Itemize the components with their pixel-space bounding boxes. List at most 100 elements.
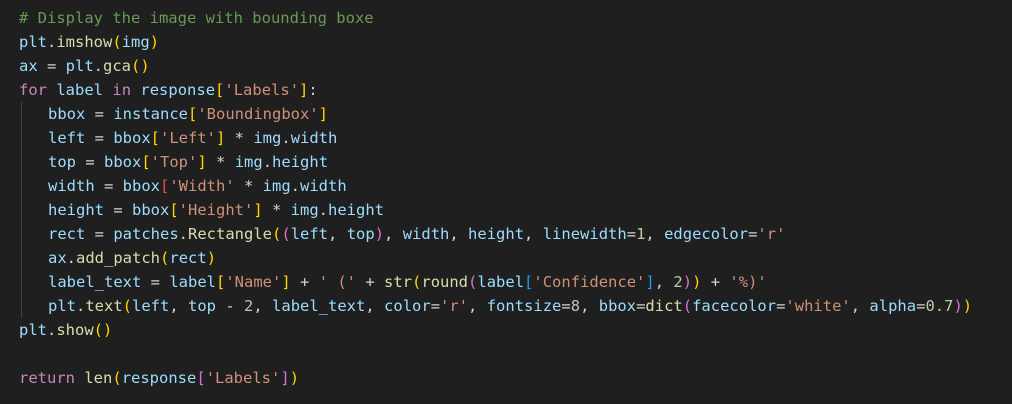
code-token: 'r' xyxy=(757,225,786,243)
code-token: patches xyxy=(113,225,179,243)
code-token: height xyxy=(272,153,329,171)
code-line[interactable]: ​ xyxy=(0,342,1012,366)
code-token: dict xyxy=(645,297,683,315)
code-token: '%)' xyxy=(729,273,767,291)
code-token: height xyxy=(48,201,104,219)
code-token: , xyxy=(449,225,469,243)
code-line[interactable]: width = bbox['Width' * img.width xyxy=(0,174,1012,198)
indent-guide xyxy=(21,270,22,294)
code-token: 'Labels' xyxy=(205,369,281,387)
code-token: edgecolor xyxy=(664,225,749,243)
code-token: for xyxy=(19,81,47,99)
code-token: ] xyxy=(253,201,263,219)
code-line[interactable]: height = bbox['Height'] * img.height xyxy=(0,198,1012,222)
code-token: [ xyxy=(196,369,206,387)
code-token: height xyxy=(328,201,385,219)
code-line[interactable]: ax.add_patch(rect) xyxy=(0,246,1012,270)
code-token: 'r' xyxy=(440,297,469,315)
code-token: bbox xyxy=(598,297,637,315)
code-token: plt xyxy=(48,297,76,315)
code-token: top xyxy=(346,225,375,243)
code-token: 'Top' xyxy=(150,153,198,171)
code-line[interactable]: left = bbox['Left'] * img.width xyxy=(0,126,1012,150)
code-token: img xyxy=(253,129,282,147)
code-line[interactable]: for label in response['Labels']: xyxy=(0,78,1012,102)
code-token: imshow xyxy=(56,33,113,51)
code-token: img xyxy=(290,201,319,219)
code-token: rect xyxy=(48,225,86,243)
code-token: . xyxy=(66,249,77,267)
code-token: left xyxy=(132,297,170,315)
code-line[interactable]: plt.show() xyxy=(0,318,1012,342)
code-token: 'white' xyxy=(785,297,851,315)
code-token: 8 xyxy=(570,297,581,315)
code-token: show xyxy=(56,321,94,339)
indent-guide xyxy=(21,150,22,174)
code-token: bbox xyxy=(122,177,160,195)
code-token: , xyxy=(365,297,385,315)
code-token: linewidth xyxy=(542,225,627,243)
code-token: plt xyxy=(19,33,47,51)
code-token: = xyxy=(561,297,571,315)
code-editor[interactable]: # Display the image with bounding boxe pl… xyxy=(0,0,1012,404)
code-token: img xyxy=(121,33,150,51)
code-token: in xyxy=(112,81,132,99)
code-token: ' (' xyxy=(318,273,357,291)
code-token: ( xyxy=(412,273,422,291)
code-token: ] xyxy=(299,81,309,99)
code-line[interactable]: top = bbox['Top'] * img.height xyxy=(0,150,1012,174)
code-token: img xyxy=(234,153,263,171)
code-token: . xyxy=(290,177,301,195)
indent-guide xyxy=(21,294,22,318)
code-token: 1 xyxy=(636,225,646,243)
code-token: : xyxy=(308,81,318,99)
code-line[interactable]: bbox = instance['Boundingbox'] xyxy=(0,102,1012,126)
code-token: alpha xyxy=(869,297,917,315)
code-token: Rectangle xyxy=(188,225,272,243)
code-token: ( xyxy=(122,297,133,315)
code-token: ( xyxy=(281,225,291,243)
code-token: = xyxy=(430,297,441,315)
code-token: = xyxy=(85,129,114,147)
code-token: instance xyxy=(113,105,188,123)
code-token: rect xyxy=(169,249,207,267)
code-line[interactable]: return len(response['Labels']) xyxy=(0,366,1012,390)
code-line[interactable]: ax = plt.gca() xyxy=(0,54,1012,78)
code-token: height xyxy=(468,225,525,243)
code-line[interactable]: label_text = label['Name'] + ' (' + str(… xyxy=(0,270,1012,294)
code-token: ) xyxy=(953,297,963,315)
code-token: = xyxy=(37,57,66,75)
code-line[interactable]: plt.imshow(img) xyxy=(0,30,1012,54)
code-line[interactable]: rect = patches.Rectangle((left, top), wi… xyxy=(0,222,1012,246)
code-token: ( xyxy=(468,273,478,291)
code-line[interactable]: plt.text(left, top - 2, label_text, colo… xyxy=(0,294,1012,318)
code-token: = xyxy=(636,297,646,315)
code-token: , xyxy=(169,297,189,315)
code-token: * xyxy=(262,201,291,219)
code-token: top xyxy=(48,153,76,171)
code-token: * xyxy=(206,153,235,171)
code-token: bbox xyxy=(113,129,151,147)
code-token: = xyxy=(85,105,114,123)
indent-guide xyxy=(21,174,22,198)
code-token: response xyxy=(121,369,197,387)
code-token: 'Width' xyxy=(169,177,235,195)
code-token: round xyxy=(421,273,469,291)
code-token: = xyxy=(94,177,123,195)
code-token: , xyxy=(328,225,347,243)
code-token: len xyxy=(84,369,113,387)
code-token: label_text xyxy=(272,297,366,315)
code-token: , xyxy=(524,225,543,243)
code-token: top xyxy=(188,297,217,315)
code-token: ax xyxy=(48,249,67,267)
code-token: ( xyxy=(272,225,282,243)
code-line[interactable]: # Display the image with bounding boxe xyxy=(0,6,1012,30)
code-token: width xyxy=(48,177,95,195)
code-token: * xyxy=(225,129,254,147)
code-token: [ xyxy=(169,201,179,219)
code-token: 2 xyxy=(673,273,683,291)
code-token: = xyxy=(141,273,170,291)
